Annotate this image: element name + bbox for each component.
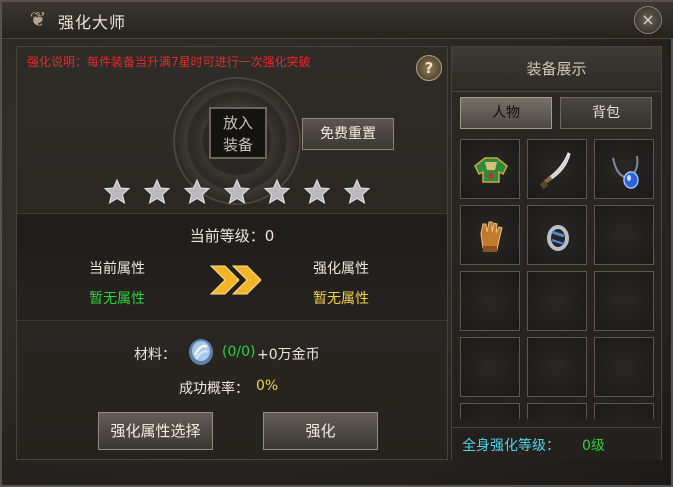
equipment-slot-5[interactable] [527,205,587,265]
equipment-slot-15[interactable] [594,403,654,419]
next-attr-value: 暂无属性 [313,291,369,307]
equipment-slot-14[interactable] [527,403,587,419]
material-count: (0/0) [222,344,256,360]
equipment-slot-4[interactable] [460,205,520,265]
equipment-slot-11[interactable] [527,337,587,397]
star-icon [303,178,331,205]
total-enhance-label: 全身强化等级： [462,438,560,454]
green-chest-armor-icon [474,157,508,183]
star-rating [103,178,371,206]
equipment-slot[interactable]: 放入装备 [209,107,267,159]
title-bar[interactable]: ❦ 强化大师 × [2,2,673,39]
dragon-emblem-icon: ❦ [29,7,47,31]
equipment-slot-1[interactable] [460,139,520,199]
free-reset-button[interactable]: 免费重置 [302,118,394,150]
equipment-slot-10[interactable] [460,337,520,397]
current-attr-label: 当前属性 [89,261,145,277]
equipment-slot-3[interactable] [594,139,654,199]
equipment-slot-2[interactable] [527,139,587,199]
enhance-stone-icon [189,339,213,365]
help-button[interactable]: ? [416,55,442,81]
success-rate-label: 成功概率： [179,381,249,397]
golden-gauntlet-icon [480,221,503,252]
equipment-slot-8[interactable] [527,271,587,331]
current-attr-value: 暂无属性 [89,291,145,307]
star-icon [223,178,251,205]
success-rate-value: 0% [256,378,279,394]
equipment-slot-13[interactable] [460,403,520,419]
double-arrow-icon [209,265,262,295]
next-attr-label: 强化属性 [313,261,369,277]
equipment-slot-6[interactable] [594,205,654,265]
enhance-notice: 强化说明：每件装备当升满7星时可进行一次强化突破 [27,55,311,69]
star-icon [103,178,131,205]
window-title: 强化大师 [58,13,127,32]
star-icon [143,178,171,205]
equipment-slot-9[interactable] [594,271,654,331]
equipment-slot-7[interactable] [460,271,520,331]
equipment-display-panel: 装备展示 人物 背包 全身强化等级： 0级 [451,46,662,460]
enhance-panel: 强化说明：每件装备当升满7星时可进行一次强化突破 ? 放入装备 免费重置 当前等… [16,46,448,460]
blue-necklace-icon [612,155,639,189]
silver-ring-icon [547,225,569,251]
equipment-slot-12[interactable] [594,337,654,397]
tab-bag[interactable]: 背包 [560,97,652,129]
curved-saber-icon [539,152,571,190]
star-icon [263,178,291,205]
total-enhance-value: 0级 [582,438,605,454]
material-gold: +0万金币 [257,347,320,363]
equipment-display-title: 装备展示 [452,47,661,92]
current-level: 当前等级：0 [189,227,275,245]
attribute-select-button[interactable]: 强化属性选择 [98,412,213,450]
enhance-button[interactable]: 强化 [263,412,378,450]
star-icon [343,178,371,205]
star-icon [183,178,211,205]
close-button[interactable]: × [634,6,662,34]
equipment-grid [460,139,654,419]
total-enhance-footer: 全身强化等级： 0级 [452,427,661,460]
slot-placeholder-text: 放入装备 [222,114,253,154]
enhance-master-window: ❦ 强化大师 × 强化说明：每件装备当升满7星时可进行一次强化突破 ? 放入装备… [0,0,673,487]
tab-character[interactable]: 人物 [460,97,552,129]
material-label: 材料： [134,347,176,363]
